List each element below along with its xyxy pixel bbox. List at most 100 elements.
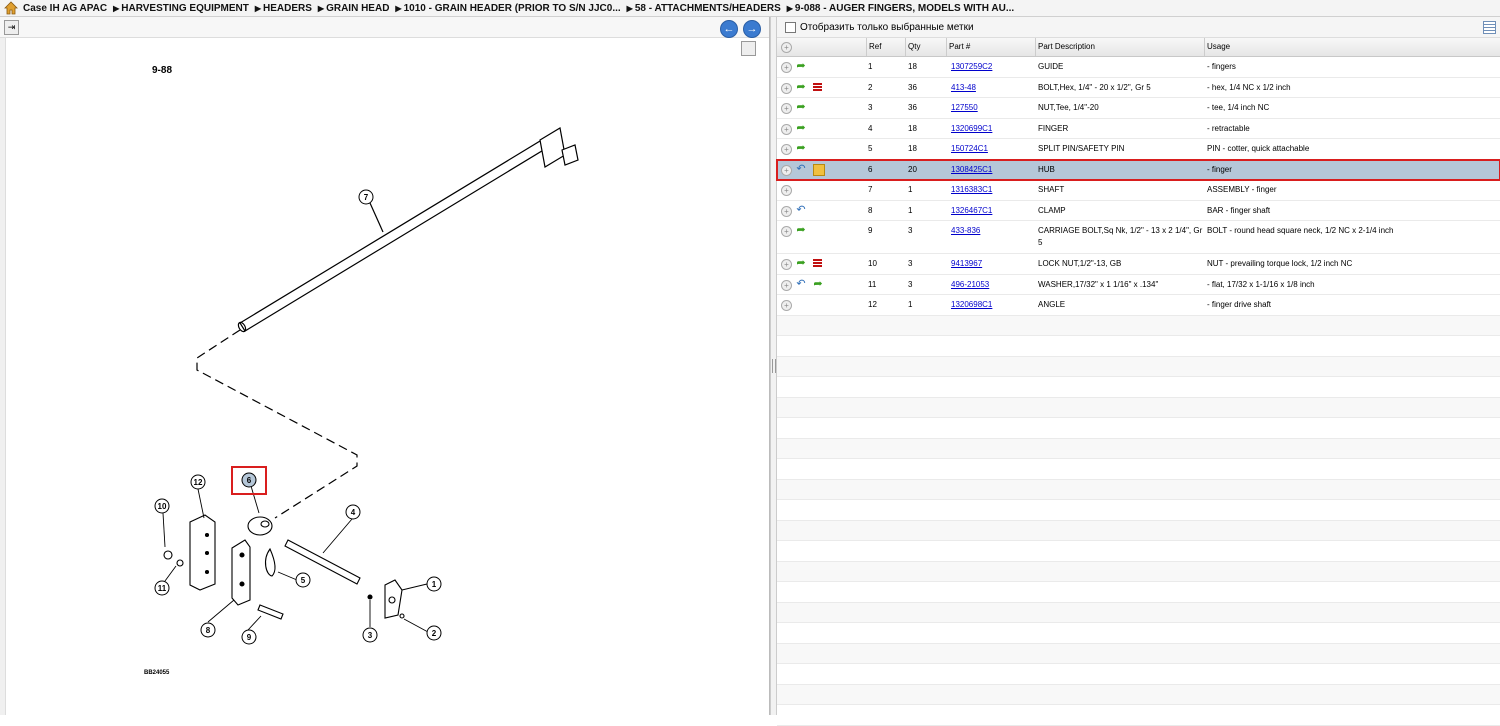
green-arrow-icon[interactable]: ➦ — [795, 142, 807, 154]
callout-11[interactable]: 11 — [154, 580, 170, 596]
expand-row-icon[interactable]: + — [781, 279, 792, 291]
table-row[interactable]: + ➦ 5 18 150724C1 SPLIT PIN/SAFETY PIN PIN - c… — [777, 139, 1500, 160]
callout-2[interactable]: 2 — [426, 625, 442, 641]
expand-row-icon[interactable]: + — [781, 205, 792, 217]
table-row[interactable]: + ➦ 10 3 9413967 LOCK NUT,1/2"-13, GB NUT - pr… — [777, 254, 1500, 275]
table-row[interactable]: +7 1 1316383C1 SHAFT ASSEMBLY - finger — [777, 180, 1500, 201]
red-list-icon[interactable] — [813, 259, 822, 268]
cell-qty: 3 — [908, 279, 913, 289]
expand-row-icon[interactable]: + — [781, 300, 792, 311]
callout-12[interactable]: 12 — [190, 474, 206, 490]
callout-9[interactable]: 9 — [241, 629, 257, 645]
callout-4[interactable]: 4 — [345, 504, 361, 520]
cell-ref: 5 — [868, 144, 873, 153]
cell-description: CARRIAGE BOLT,Sq Nk, 1/2" - 13 x 2 1/4",… — [1038, 226, 1203, 247]
drawing-code: BB24055 — [144, 670, 170, 676]
callout-1[interactable]: 1 — [426, 576, 442, 592]
green-arrow-icon[interactable]: ➦ — [795, 81, 807, 93]
expand-row-icon[interactable]: + — [781, 62, 792, 73]
part-number-link[interactable]: 1320698C1 — [951, 300, 992, 309]
callout-3[interactable]: 3 — [362, 627, 378, 643]
blue-return-arrow-icon[interactable]: ↶ — [795, 204, 807, 216]
empty-row — [777, 479, 1500, 500]
expand-row-icon[interactable]: + — [781, 259, 792, 270]
empty-row — [777, 643, 1500, 664]
green-arrow-icon[interactable]: ➦ — [795, 101, 807, 113]
callout-5[interactable]: 5 — [295, 572, 311, 588]
breadcrumb-item[interactable]: ▶ 1010 - GRAIN HEADER (PRIOR TO S/N JJC0.… — [395, 3, 620, 14]
expand-row-icon[interactable]: + — [781, 185, 792, 196]
part-number-link[interactable]: 9413967 — [951, 259, 982, 268]
col-ref[interactable]: Ref — [866, 38, 907, 56]
col-part-number[interactable]: Part # — [946, 38, 1035, 56]
col-qty[interactable]: Qty — [905, 38, 946, 56]
green-arrow-icon[interactable]: ➦ — [795, 257, 807, 269]
empty-row — [777, 602, 1500, 623]
table-row[interactable]: + ↶ 8 1 1326467C1 CLAMP BAR - finger shaft — [777, 201, 1500, 221]
show-selected-label[interactable]: Отобразить только выбранные метки — [800, 22, 974, 33]
show-selected-checkbox[interactable] — [785, 21, 796, 33]
empty-row — [777, 500, 1500, 521]
col-usage[interactable]: Usage — [1204, 38, 1497, 56]
col-part-description[interactable]: Part Description — [1035, 38, 1204, 56]
table-header: + Ref Qty Part # Part Description Usage — [777, 38, 1500, 57]
expand-row-icon[interactable]: + — [781, 103, 792, 114]
green-arrow-icon[interactable]: ➦ — [795, 60, 807, 72]
part-number-link[interactable]: 496-21053 — [951, 280, 989, 289]
part-number-link[interactable]: 1307259C2 — [951, 62, 992, 71]
green-arrow-icon[interactable]: ➦ — [795, 122, 807, 134]
home-icon[interactable] — [3, 1, 19, 15]
callout-7[interactable]: 7 — [358, 189, 374, 205]
part-number-link[interactable]: 1308425C1 — [951, 165, 992, 174]
callout-6[interactable]: 6 — [231, 466, 267, 495]
blue-return-arrow-icon[interactable]: ↶ — [795, 163, 807, 175]
expand-row-icon[interactable]: + — [781, 82, 792, 94]
table-row[interactable]: +12 1 1320698C1 ANGLE - finger drive shaft — [777, 295, 1500, 316]
part-number-link[interactable]: 413-48 — [951, 83, 976, 92]
table-row[interactable]: + ➦ 1 18 1307259C2 GUIDE - fingers — [777, 57, 1500, 78]
splitter-grip[interactable] — [772, 359, 776, 373]
part-number-link[interactable]: 127550 — [951, 103, 978, 112]
expand-row-icon[interactable]: + — [781, 226, 792, 237]
breadcrumb-item[interactable]: Case IH AG APAC — [23, 3, 107, 14]
breadcrumb-item[interactable]: ▶ HEADERS — [255, 3, 312, 14]
part-number-link[interactable]: 1320699C1 — [951, 124, 992, 133]
callout-8[interactable]: 8 — [200, 622, 216, 638]
empty-row — [777, 520, 1500, 541]
green-arrow-icon[interactable]: ➦ — [795, 224, 807, 236]
svg-text:11: 11 — [158, 584, 167, 593]
empty-row — [777, 356, 1500, 377]
table-row[interactable]: + ➦ 4 18 1320699C1 FINGER - retractable — [777, 119, 1500, 139]
cell-ref: 12 — [868, 300, 877, 309]
table-row[interactable]: + ➦ 9 3 433-836 CARRIAGE BOLT,Sq Nk, 1/2" - 1… — [777, 221, 1500, 254]
blue-return-arrow-icon[interactable]: ↶ — [795, 278, 807, 290]
panel-splitter[interactable] — [770, 17, 777, 715]
svg-text:6: 6 — [247, 476, 252, 485]
expand-row-icon[interactable]: + — [781, 123, 792, 135]
expand-row-icon[interactable]: + — [781, 164, 792, 176]
table-row-selected[interactable]: + ↶ 6 20 1308425C1 HUB - finger — [776, 158, 1500, 181]
breadcrumb-item[interactable]: ▶ GRAIN HEAD — [318, 3, 390, 14]
expand-row-icon[interactable]: + — [781, 144, 792, 155]
green-arrow-icon[interactable]: ➦ — [812, 278, 824, 290]
part-number-link[interactable]: 150724C1 — [951, 144, 988, 153]
breadcrumb-item[interactable]: ▶ 9-088 - AUGER FINGERS, MODELS WITH AU..… — [787, 3, 1014, 14]
table-row[interactable]: + ↶ ➦ 11 3 496-21053 WASHER,17/32" x 1 1/16" x… — [777, 275, 1500, 295]
table-row[interactable]: + ➦ 3 36 127550 NUT,Tee, 1/4"-20 - tee, 1/4 in… — [777, 98, 1500, 119]
table-row[interactable]: + ➦ 2 36 413-48 BOLT,Hex, 1/4" - 20 x 1/2", G… — [777, 78, 1500, 98]
part-number-link[interactable]: 1326467C1 — [951, 206, 992, 215]
callout-10[interactable]: 10 — [154, 498, 170, 514]
box-icon[interactable] — [813, 163, 825, 176]
parts-panel: Отобразить только выбранные метки + Ref … — [776, 17, 1500, 726]
svg-text:8: 8 — [206, 626, 211, 635]
empty-row — [777, 418, 1500, 439]
empty-row — [777, 459, 1500, 480]
part-number-link[interactable]: 433-836 — [951, 226, 980, 235]
breadcrumb-item[interactable]: ▶ 58 - ATTACHMENTS/HEADERS — [627, 3, 781, 14]
breadcrumb-item[interactable]: ▶ HARVESTING EQUIPMENT — [113, 3, 249, 14]
list-view-icon[interactable] — [1483, 21, 1496, 34]
parts-table: + Ref Qty Part # Part Description Usage … — [776, 38, 1500, 726]
expand-all-icon[interactable]: + — [781, 42, 792, 53]
red-list-icon[interactable] — [813, 82, 822, 92]
part-number-link[interactable]: 1316383C1 — [951, 185, 992, 194]
